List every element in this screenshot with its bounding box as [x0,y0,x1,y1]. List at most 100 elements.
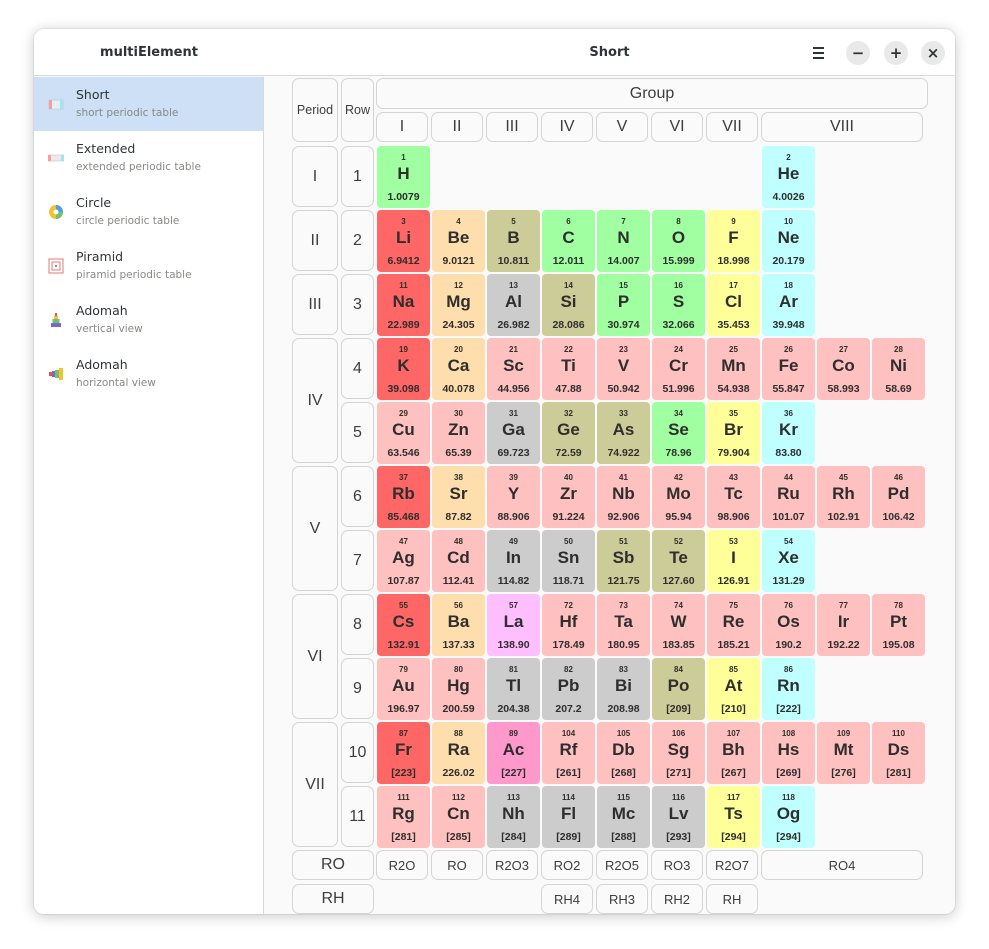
element-cl[interactable]: 17 Cl 35.453 [707,274,760,336]
element-pt[interactable]: 78 Pt 195.08 [872,594,925,656]
element-nh[interactable]: 113 Nh [284] [487,786,540,848]
element-rh[interactable]: 45 Rh 102.91 [817,466,870,528]
element-hg[interactable]: 80 Hg 200.59 [432,658,485,720]
element-tl[interactable]: 81 Tl 204.38 [487,658,540,720]
element-ra[interactable]: 88 Ra 226.02 [432,722,485,784]
element-rg[interactable]: 111 Rg [281] [377,786,430,848]
element-zn[interactable]: 30 Zn 65.39 [432,402,485,464]
element-zr[interactable]: 40 Zr 91.224 [542,466,595,528]
element-mg[interactable]: 12 Mg 24.305 [432,274,485,336]
element-po[interactable]: 84 Po [209] [652,658,705,720]
element-sb[interactable]: 51 Sb 121.75 [597,530,650,592]
element-ag[interactable]: 47 Ag 107.87 [377,530,430,592]
element-fe[interactable]: 26 Fe 55.847 [762,338,815,400]
sidebar-item-circle[interactable]: Circle circle periodic table [34,185,263,239]
element-sc[interactable]: 21 Sc 44.956 [487,338,540,400]
element-y[interactable]: 39 Y 88.906 [487,466,540,528]
element-si[interactable]: 14 Si 28.086 [542,274,595,336]
sidebar-item-piramid[interactable]: Piramid piramid periodic table [34,239,263,293]
element-co[interactable]: 27 Co 58.993 [817,338,870,400]
element-ts[interactable]: 117 Ts [294] [707,786,760,848]
element-na[interactable]: 11 Na 22.989 [377,274,430,336]
element-he[interactable]: 2 He 4.0026 [762,146,815,208]
element-ba[interactable]: 56 Ba 137.33 [432,594,485,656]
element-pb[interactable]: 82 Pb 207.2 [542,658,595,720]
element-at[interactable]: 85 At [210] [707,658,760,720]
element-fr[interactable]: 87 Fr [223] [377,722,430,784]
element-ca[interactable]: 20 Ca 40.078 [432,338,485,400]
element-mt[interactable]: 109 Mt [276] [817,722,870,784]
maximize-button[interactable]: + [884,41,908,65]
element-sr[interactable]: 38 Sr 87.82 [432,466,485,528]
element-rn[interactable]: 86 Rn [222] [762,658,815,720]
element-k[interactable]: 19 K 39.098 [377,338,430,400]
element-ge[interactable]: 32 Ge 72.59 [542,402,595,464]
element-cn[interactable]: 112 Cn [285] [432,786,485,848]
minimize-button[interactable]: − [846,41,870,65]
element-al[interactable]: 13 Al 26.982 [487,274,540,336]
element-p[interactable]: 15 P 30.974 [597,274,650,336]
sidebar-item-adomah-vertical[interactable]: Adomah vertical view [34,293,263,347]
element-ru[interactable]: 44 Ru 101.07 [762,466,815,528]
element-ne[interactable]: 10 Ne 20.179 [762,210,815,272]
element-mc[interactable]: 115 Mc [288] [597,786,650,848]
element-te[interactable]: 52 Te 127.60 [652,530,705,592]
element-cs[interactable]: 55 Cs 132.91 [377,594,430,656]
element-mo[interactable]: 42 Mo 95.94 [652,466,705,528]
element-cu[interactable]: 29 Cu 63.546 [377,402,430,464]
element-cr[interactable]: 24 Cr 51.996 [652,338,705,400]
element-hf[interactable]: 72 Hf 178.49 [542,594,595,656]
element-au[interactable]: 79 Au 196.97 [377,658,430,720]
element-be[interactable]: 4 Be 9.0121 [432,210,485,272]
element-mn[interactable]: 25 Mn 54.938 [707,338,760,400]
element-rf[interactable]: 104 Rf [261] [542,722,595,784]
sidebar-item-extended[interactable]: Extended extended periodic table [34,131,263,185]
element-cd[interactable]: 48 Cd 112.41 [432,530,485,592]
element-ar[interactable]: 18 Ar 39.948 [762,274,815,336]
element-tc[interactable]: 43 Tc 98.906 [707,466,760,528]
menu-icon[interactable] [806,41,830,65]
element-w[interactable]: 74 W 183.85 [652,594,705,656]
element-o[interactable]: 8 O 15.999 [652,210,705,272]
element-i[interactable]: 53 I 126.91 [707,530,760,592]
element-bh[interactable]: 107 Bh [267] [707,722,760,784]
element-bi[interactable]: 83 Bi 208.98 [597,658,650,720]
element-hs[interactable]: 108 Hs [269] [762,722,815,784]
element-ds[interactable]: 110 Ds [281] [872,722,925,784]
element-se[interactable]: 34 Se 78.96 [652,402,705,464]
element-rb[interactable]: 37 Rb 85.468 [377,466,430,528]
element-la[interactable]: 57 La 138.90 [487,594,540,656]
element-ni[interactable]: 28 Ni 58.69 [872,338,925,400]
element-sg[interactable]: 106 Sg [271] [652,722,705,784]
element-kr[interactable]: 36 Kr 83.80 [762,402,815,464]
element-ga[interactable]: 31 Ga 69.723 [487,402,540,464]
element-li[interactable]: 3 Li 6.9412 [377,210,430,272]
element-s[interactable]: 16 S 32.066 [652,274,705,336]
element-in[interactable]: 49 In 114.82 [487,530,540,592]
element-pd[interactable]: 46 Pd 106.42 [872,466,925,528]
element-br[interactable]: 35 Br 79.904 [707,402,760,464]
element-re[interactable]: 75 Re 185.21 [707,594,760,656]
sidebar-item-adomah-horizontal[interactable]: Adomah horizontal view [34,347,263,401]
element-b[interactable]: 5 B 10.811 [487,210,540,272]
close-button[interactable]: × [921,41,945,65]
element-as[interactable]: 33 As 74.922 [597,402,650,464]
element-os[interactable]: 76 Os 190.2 [762,594,815,656]
element-n[interactable]: 7 N 14.007 [597,210,650,272]
element-db[interactable]: 105 Db [268] [597,722,650,784]
element-sn[interactable]: 50 Sn 118.71 [542,530,595,592]
element-c[interactable]: 6 C 12.011 [542,210,595,272]
element-ti[interactable]: 22 Ti 47.88 [542,338,595,400]
element-h[interactable]: 1 H 1.0079 [377,146,430,208]
element-nb[interactable]: 41 Nb 92.906 [597,466,650,528]
element-v[interactable]: 23 V 50.942 [597,338,650,400]
element-f[interactable]: 9 F 18.998 [707,210,760,272]
element-ir[interactable]: 77 Ir 192.22 [817,594,870,656]
element-lv[interactable]: 116 Lv [293] [652,786,705,848]
element-xe[interactable]: 54 Xe 131.29 [762,530,815,592]
sidebar-item-short[interactable]: Short short periodic table [34,77,263,131]
element-fl[interactable]: 114 Fl [289] [542,786,595,848]
element-ac[interactable]: 89 Ac [227] [487,722,540,784]
element-ta[interactable]: 73 Ta 180.95 [597,594,650,656]
element-og[interactable]: 118 Og [294] [762,786,815,848]
